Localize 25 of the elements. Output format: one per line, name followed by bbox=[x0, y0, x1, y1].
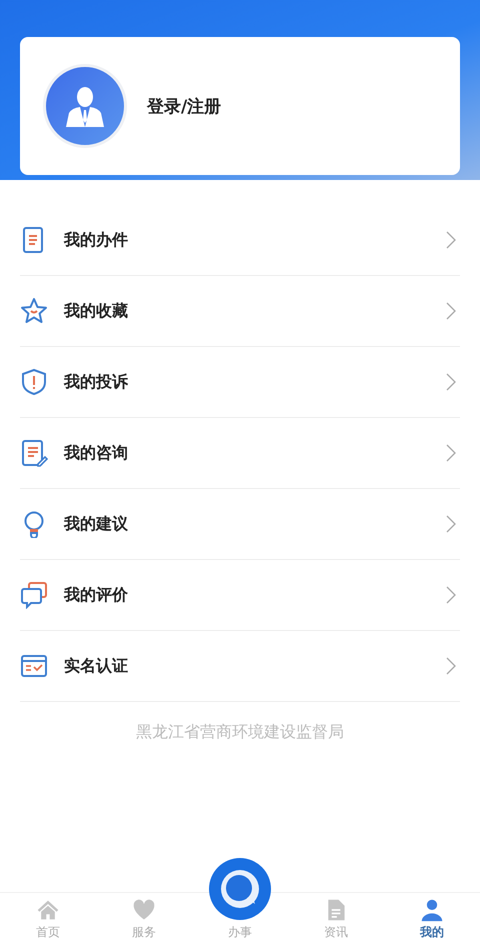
shield-icon bbox=[20, 368, 48, 396]
menu-item[interactable]: 我的建议 bbox=[20, 489, 460, 560]
home-icon bbox=[36, 898, 60, 922]
star-icon bbox=[20, 297, 48, 325]
chevron-icon bbox=[446, 444, 456, 462]
login-link[interactable]: 登录/注册 bbox=[147, 94, 222, 118]
heart-icon bbox=[132, 898, 156, 922]
chevron-icon bbox=[446, 373, 456, 391]
chevron-icon bbox=[446, 586, 456, 604]
edit-icon bbox=[20, 439, 48, 467]
menu-item[interactable]: 我的评价 bbox=[20, 560, 460, 631]
chevron-icon bbox=[446, 231, 456, 249]
chevron-icon bbox=[446, 302, 456, 320]
menu-item[interactable]: 我的办件 bbox=[20, 205, 460, 276]
footer-text: 黑龙江省营商环境建设监督局 bbox=[135, 722, 345, 743]
chevron-icon bbox=[446, 657, 456, 675]
menu-item[interactable]: 实名认证 bbox=[20, 631, 460, 702]
tab[interactable]: 我的 bbox=[384, 893, 480, 949]
menu-item[interactable]: 我的咨询 bbox=[20, 418, 460, 489]
person-icon bbox=[420, 898, 444, 922]
chat-icon bbox=[20, 581, 48, 609]
card-icon bbox=[20, 652, 48, 680]
menu-item[interactable]: 我的投诉 bbox=[20, 347, 460, 418]
menu-item[interactable]: 我的收藏 bbox=[20, 276, 460, 347]
chevron-icon bbox=[446, 515, 456, 533]
